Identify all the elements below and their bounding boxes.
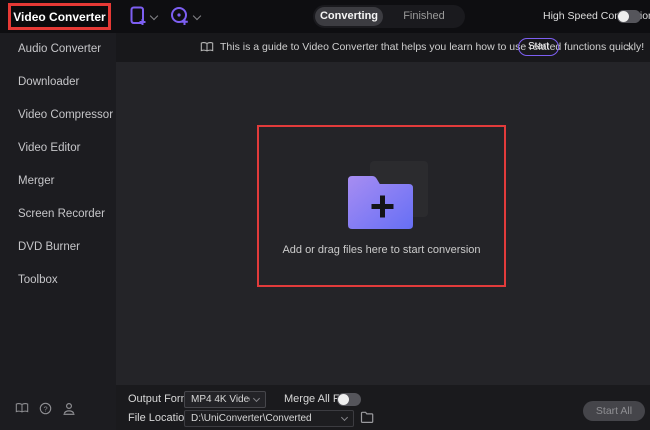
svg-text:?: ? — [43, 404, 47, 413]
tutorial-book-icon[interactable] — [15, 402, 29, 414]
file-location-value: D:\UniConverter\Converted — [191, 413, 312, 424]
drop-hint-text: Add or drag files here to start conversi… — [282, 244, 481, 256]
sidebar-item-video-editor[interactable]: Video Editor — [0, 132, 116, 165]
bottom-bar: Output Format: MP4 4K Video Cu... Merge … — [116, 385, 650, 430]
file-plus-icon — [130, 6, 147, 27]
topbar: Video Converter Converting Finished High… — [0, 0, 650, 33]
high-speed-conversion-toggle[interactable] — [617, 10, 641, 23]
merge-all-files-toggle[interactable] — [337, 393, 361, 406]
guide-start-button[interactable]: Start — [518, 38, 559, 56]
sidebar-item-screen-recorder[interactable]: Screen Recorder — [0, 198, 116, 231]
start-all-button[interactable]: Start All — [583, 401, 645, 421]
guide-banner-text: This is a guide to Video Converter that … — [220, 41, 645, 53]
chevron-down-icon — [192, 11, 202, 21]
add-files-button[interactable] — [130, 6, 159, 27]
account-icon[interactable] — [62, 402, 76, 415]
sidebar-item-dvd-burner[interactable]: DVD Burner — [0, 231, 116, 264]
tab-converting[interactable]: Converting — [315, 7, 383, 26]
output-format-value: MP4 4K Video Cu... — [191, 394, 250, 405]
file-location-select[interactable]: D:\UniConverter\Converted — [184, 410, 354, 427]
close-icon[interactable]: × — [618, 33, 642, 62]
open-book-icon — [200, 41, 214, 53]
load-dvd-button[interactable] — [170, 6, 202, 27]
sidebar-item-merger[interactable]: Merger — [0, 165, 116, 198]
sidebar: Audio Converter Downloader Video Compres… — [0, 33, 116, 430]
chevron-down-icon — [252, 394, 261, 403]
annotation-box-video-converter: Video Converter — [8, 3, 111, 30]
chevron-down-icon — [149, 11, 159, 21]
disc-plus-icon — [170, 6, 190, 27]
sidebar-item-downloader[interactable]: Downloader — [0, 66, 116, 99]
browse-folder-button[interactable] — [360, 411, 374, 423]
guide-banner: This is a guide to Video Converter that … — [116, 33, 650, 62]
help-circle-icon[interactable]: ? — [39, 402, 52, 415]
add-files-folder-icon[interactable] — [334, 158, 430, 232]
sidebar-item-video-compressor[interactable]: Video Compressor — [0, 99, 116, 132]
sidebar-item-video-converter[interactable]: Video Converter — [13, 10, 105, 24]
chevron-down-icon — [340, 413, 349, 422]
app-window: Video Converter Converting Finished High… — [0, 0, 650, 430]
main-drop-area: Add or drag files here to start conversi… — [116, 62, 650, 385]
sidebar-footer: ? — [0, 402, 116, 420]
converting-finished-tabs: Converting Finished — [313, 5, 465, 28]
tab-finished[interactable]: Finished — [383, 7, 465, 26]
output-format-select[interactable]: MP4 4K Video Cu... — [184, 391, 266, 408]
sidebar-item-toolbox[interactable]: Toolbox — [0, 264, 116, 297]
sidebar-item-audio-converter[interactable]: Audio Converter — [0, 33, 116, 66]
